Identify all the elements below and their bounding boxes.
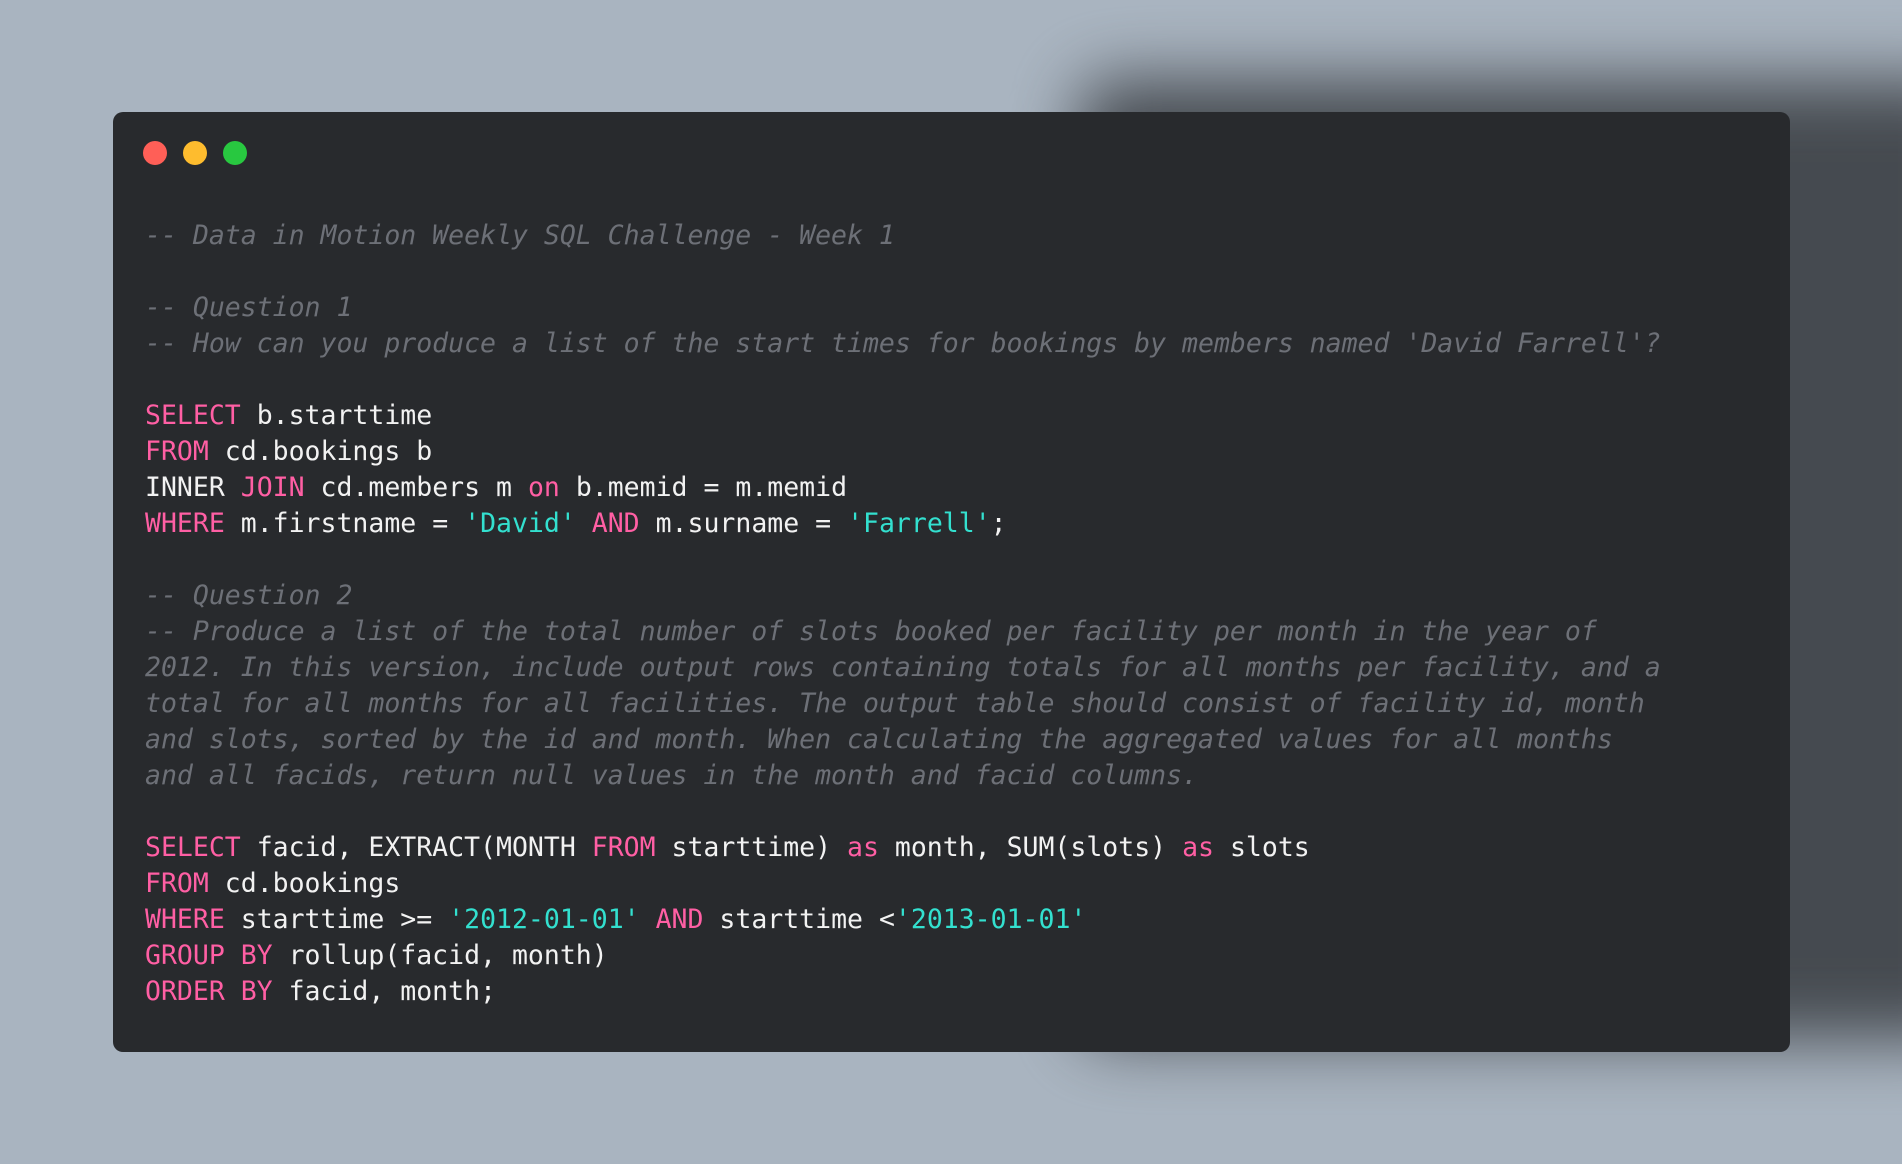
maximize-window-button[interactable] [223, 141, 247, 165]
code-token-comment: -- Question 2 [145, 580, 353, 611]
close-window-button[interactable] [143, 141, 167, 165]
code-token-plain: ; [990, 508, 1007, 539]
code-token-string: 'David' [464, 508, 576, 539]
code-editor-window: -- Data in Motion Weekly SQL Challenge -… [113, 112, 1790, 1052]
code-line: -- Produce a list of the total number of… [145, 614, 1750, 650]
code-token-plain: rollup(facid, month) [272, 940, 608, 971]
code-area[interactable]: -- Data in Motion Weekly SQL Challenge -… [145, 218, 1750, 1010]
code-token-plain: cd.bookings b [208, 436, 433, 467]
code-line: FROM cd.bookings b [145, 434, 1750, 470]
code-token-keyword: SELECT [145, 400, 241, 431]
code-token-keyword: as [1182, 832, 1214, 863]
code-line: WHERE m.firstname = 'David' AND m.surnam… [145, 506, 1750, 542]
code-token-keyword: FROM [145, 436, 209, 467]
code-token-keyword: SELECT [145, 832, 241, 863]
code-line: SELECT b.starttime [145, 398, 1750, 434]
code-token-keyword: ORDER BY [145, 976, 273, 1007]
code-token-plain: m.firstname = [224, 508, 465, 539]
code-line: ORDER BY facid, month; [145, 974, 1750, 1010]
code-line: INNER JOIN cd.members m on b.memid = m.m… [145, 470, 1750, 506]
code-token-string: '2013-01-01' [894, 904, 1087, 935]
code-token-comment: total for all months for all facilities.… [145, 688, 1645, 719]
code-token-keyword: AND [655, 904, 704, 935]
code-token-plain: starttime) [655, 832, 848, 863]
code-token-comment: and slots, sorted by the id and month. W… [145, 724, 1613, 755]
code-token-plain: starttime < [703, 904, 895, 935]
code-token-plain: facid, month; [272, 976, 497, 1007]
code-token-comment: and all facids, return null values in th… [145, 760, 1198, 791]
code-line: 2012. In this version, include output ro… [145, 650, 1750, 686]
code-token-plain: b.starttime [240, 400, 433, 431]
code-token-plain: b.memid = m.memid [559, 472, 848, 503]
code-token-plain: slots [1214, 832, 1310, 863]
code-token-plain: starttime >= [224, 904, 449, 935]
code-token-keyword: JOIN [240, 472, 305, 503]
code-token-keyword: FROM [591, 832, 656, 863]
code-token-keyword: WHERE [145, 508, 225, 539]
code-token-comment: -- Question 1 [145, 292, 353, 323]
minimize-window-button[interactable] [183, 141, 207, 165]
code-line: -- Data in Motion Weekly SQL Challenge -… [145, 218, 1750, 254]
code-line: -- Question 2 [145, 578, 1750, 614]
code-token-string: '2012-01-01' [448, 904, 640, 935]
code-token-keyword: AND [591, 508, 640, 539]
code-line: GROUP BY rollup(facid, month) [145, 938, 1750, 974]
code-token-keyword: WHERE [145, 904, 225, 935]
code-line: and all facids, return null values in th… [145, 758, 1750, 794]
code-line: WHERE starttime >= '2012-01-01' AND star… [145, 902, 1750, 938]
code-token-plain: INNER [145, 472, 241, 503]
code-token-comment: -- How can you produce a list of the sta… [145, 328, 1661, 359]
code-token-keyword: FROM [145, 868, 209, 899]
code-token-plain: m.surname = [639, 508, 848, 539]
code-token-comment: 2012. In this version, include output ro… [145, 652, 1661, 683]
code-line: FROM cd.bookings [145, 866, 1750, 902]
code-token-plain: cd.members m [304, 472, 528, 503]
code-token-string: 'Farrell' [847, 508, 991, 539]
code-token-keyword: as [847, 832, 879, 863]
code-token-plain: facid, EXTRACT(MONTH [240, 832, 592, 863]
code-token-keyword: GROUP BY [145, 940, 273, 971]
code-line: SELECT facid, EXTRACT(MONTH FROM startti… [145, 830, 1750, 866]
code-line: total for all months for all facilities.… [145, 686, 1750, 722]
code-token-plain: cd.bookings [208, 868, 401, 899]
window-controls [143, 141, 247, 165]
code-line: -- Question 1 [145, 290, 1750, 326]
code-token-keyword: on [527, 472, 560, 503]
code-token-comment: -- Data in Motion Weekly SQL Challenge -… [145, 220, 895, 251]
code-token-plain: month, SUM(slots) [878, 832, 1183, 863]
code-line: and slots, sorted by the id and month. W… [145, 722, 1750, 758]
code-token-comment: -- Produce a list of the total number of… [145, 616, 1597, 647]
code-line: -- How can you produce a list of the sta… [145, 326, 1750, 362]
